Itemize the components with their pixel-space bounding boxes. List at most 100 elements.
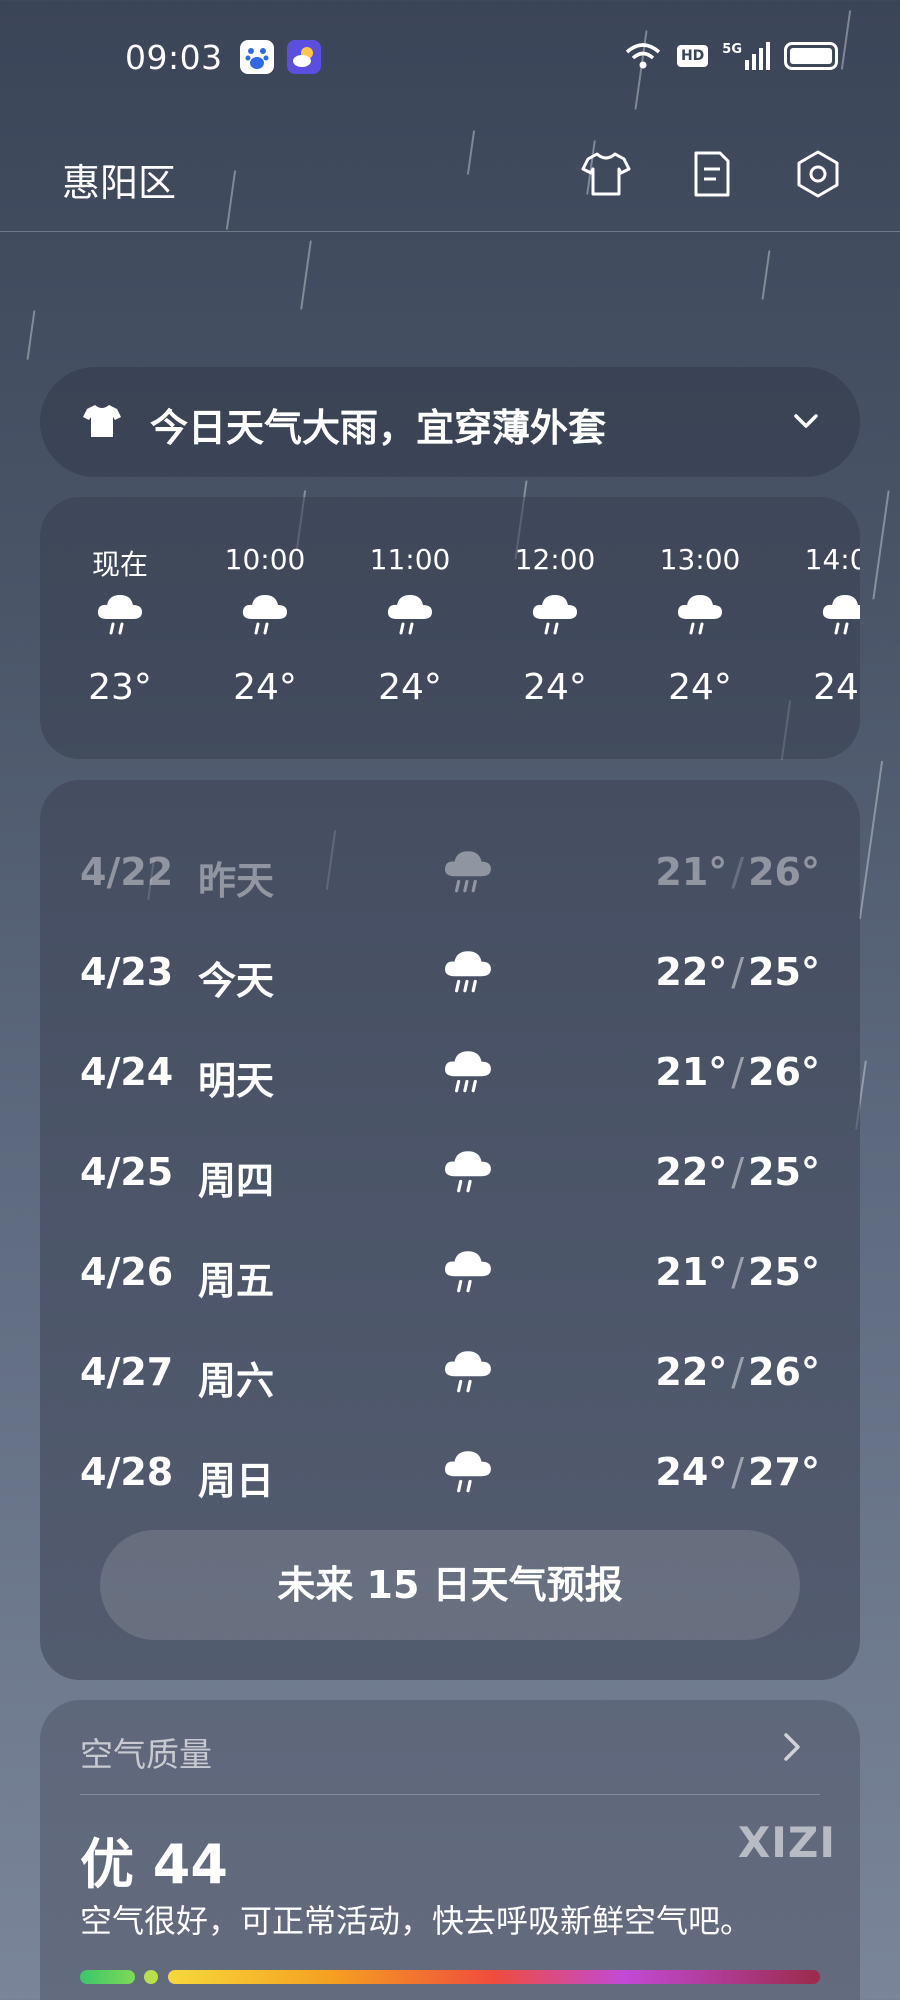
- rain-cloud-icon: [445, 1451, 491, 1493]
- day-date: 4/28: [80, 1450, 174, 1494]
- day-date: 4/25: [80, 1150, 174, 1194]
- air-quality-scale-bar: [80, 1970, 820, 1984]
- day-high: 26°: [748, 1050, 820, 1094]
- temp-separator: /: [731, 1250, 745, 1294]
- app-header: 惠阳区: [0, 130, 900, 232]
- day-date: 4/23: [80, 950, 174, 994]
- air-quality-description: 空气很好，可正常活动，快去呼吸新鲜空气吧。: [80, 1902, 753, 1940]
- daily-row[interactable]: 4/24 明天 21°/26°: [40, 1042, 860, 1103]
- hour-temp: 24°: [813, 667, 860, 708]
- day-high: 26°: [748, 1350, 820, 1394]
- hour-label: 现在: [91, 548, 148, 581]
- rain-cloud-icon: [677, 595, 722, 635]
- clothing-tip-bar[interactable]: 今日天气大雨，宜穿薄外套: [40, 367, 860, 477]
- air-quality-card[interactable]: 空气质量 优 44 XIZI 空气很好，可正常活动，快去呼吸新鲜空气吧。: [40, 1700, 860, 2000]
- temp-separator: /: [731, 1450, 745, 1494]
- status-time: 09:03: [125, 38, 223, 77]
- day-name: 明天: [198, 1059, 275, 1103]
- rain-cloud-icon: [532, 595, 577, 635]
- day-date: 4/27: [80, 1350, 174, 1394]
- day-high: 26°: [748, 850, 820, 894]
- daily-row[interactable]: 4/26 周五 21°/25°: [40, 1242, 860, 1303]
- rain-cloud-icon: [387, 595, 432, 635]
- day-date: 4/22: [80, 850, 174, 894]
- air-quality-title: 空气质量: [80, 1735, 212, 1774]
- day-high: 25°: [748, 1150, 820, 1194]
- status-bar: 09:03 HD 5G: [0, 0, 900, 115]
- day-temps: 22°/25°: [655, 950, 820, 994]
- divider: [80, 1794, 820, 1795]
- day-date: 4/26: [80, 1250, 174, 1294]
- daily-row[interactable]: 4/28 周日 24°/27°: [40, 1442, 860, 1503]
- clothing-tip-text: 今日天气大雨，宜穿薄外套: [150, 406, 607, 450]
- document-icon[interactable]: [684, 146, 740, 202]
- temp-separator: /: [731, 950, 745, 994]
- temp-separator: /: [731, 850, 745, 894]
- air-quality-indicator: [144, 1970, 158, 1984]
- rain-cloud-icon: [97, 595, 142, 635]
- chevron-down-icon[interactable]: [788, 403, 824, 443]
- fifteen-day-forecast-button[interactable]: 未来 15 日天气预报: [100, 1530, 800, 1640]
- rain-cloud-icon: [822, 595, 860, 635]
- rain-cloud-icon: [242, 595, 287, 635]
- hd-icon: HD: [676, 45, 709, 67]
- day-date: 4/24: [80, 1050, 174, 1094]
- temp-separator: /: [731, 1150, 745, 1194]
- daily-row[interactable]: 4/27 周六 22°/26°: [40, 1342, 860, 1403]
- signal-icon: 5G: [722, 42, 770, 70]
- day-low: 21°: [655, 1250, 728, 1294]
- air-quality-value: 优 44: [80, 1833, 228, 1896]
- hour-label: 12:00: [514, 543, 596, 576]
- daily-row[interactable]: 4/25 周四 22°/25°: [40, 1142, 860, 1203]
- day-high: 25°: [748, 950, 820, 994]
- weather-app-icon: [287, 40, 321, 74]
- chevron-right-icon[interactable]: [780, 1730, 804, 1768]
- hour-temp: 23°: [88, 667, 152, 708]
- settings-icon[interactable]: [790, 146, 846, 202]
- day-low: 24°: [655, 1450, 728, 1494]
- hour-label: 13:00: [659, 543, 741, 576]
- day-temps: 24°/27°: [655, 1450, 820, 1494]
- rain-cloud-icon: [445, 851, 491, 893]
- day-low: 21°: [655, 850, 728, 894]
- day-temps: 22°/26°: [655, 1350, 820, 1394]
- day-name: 今天: [198, 959, 275, 1003]
- location-title[interactable]: 惠阳区: [62, 152, 176, 207]
- hour-temp: 24°: [523, 667, 587, 708]
- day-high: 27°: [748, 1450, 820, 1494]
- hour-temp: 24°: [668, 667, 732, 708]
- day-name: 周四: [198, 1159, 275, 1203]
- baidu-app-icon: [240, 40, 274, 74]
- day-low: 22°: [655, 950, 728, 994]
- day-high: 25°: [748, 1250, 820, 1294]
- rain-cloud-icon: [445, 1051, 491, 1093]
- day-temps: 21°/25°: [655, 1250, 820, 1294]
- daily-forecast-card: 4/22 昨天 21°/26° 4/23 今天 22°/25° 4/24 明天 …: [40, 780, 860, 1680]
- day-low: 22°: [655, 1150, 728, 1194]
- day-name: 昨天: [198, 859, 275, 903]
- day-name: 周六: [198, 1359, 275, 1403]
- day-temps: 21°/26°: [655, 850, 820, 894]
- temp-separator: /: [731, 1050, 745, 1094]
- rain-cloud-icon: [445, 951, 491, 993]
- rain-cloud-icon: [445, 1151, 491, 1193]
- tshirt-icon: [82, 403, 122, 443]
- battery-icon: [784, 42, 838, 70]
- rain-cloud-icon: [445, 1351, 491, 1393]
- hour-label: 14:00: [804, 543, 860, 576]
- hour-temp: 24°: [378, 667, 442, 708]
- hourly-forecast-card[interactable]: 现在 23° 10:00 24° 11:00 24° 12:00 24° 13:…: [40, 497, 860, 759]
- day-temps: 22°/25°: [655, 1150, 820, 1194]
- wifi-icon: [625, 43, 661, 69]
- day-low: 21°: [655, 1050, 728, 1094]
- hour-label: 11:00: [369, 543, 451, 576]
- day-name: 周日: [198, 1459, 275, 1503]
- daily-row[interactable]: 4/22 昨天 21°/26°: [40, 842, 860, 903]
- day-low: 22°: [655, 1350, 728, 1394]
- status-indicators: HD 5G: [623, 40, 838, 72]
- day-temps: 21°/26°: [655, 1050, 820, 1094]
- daily-row[interactable]: 4/23 今天 22°/25°: [40, 942, 860, 1003]
- day-name: 周五: [198, 1259, 275, 1303]
- watermark-logo: XIZI: [737, 1818, 836, 1867]
- tshirt-icon[interactable]: [578, 146, 634, 202]
